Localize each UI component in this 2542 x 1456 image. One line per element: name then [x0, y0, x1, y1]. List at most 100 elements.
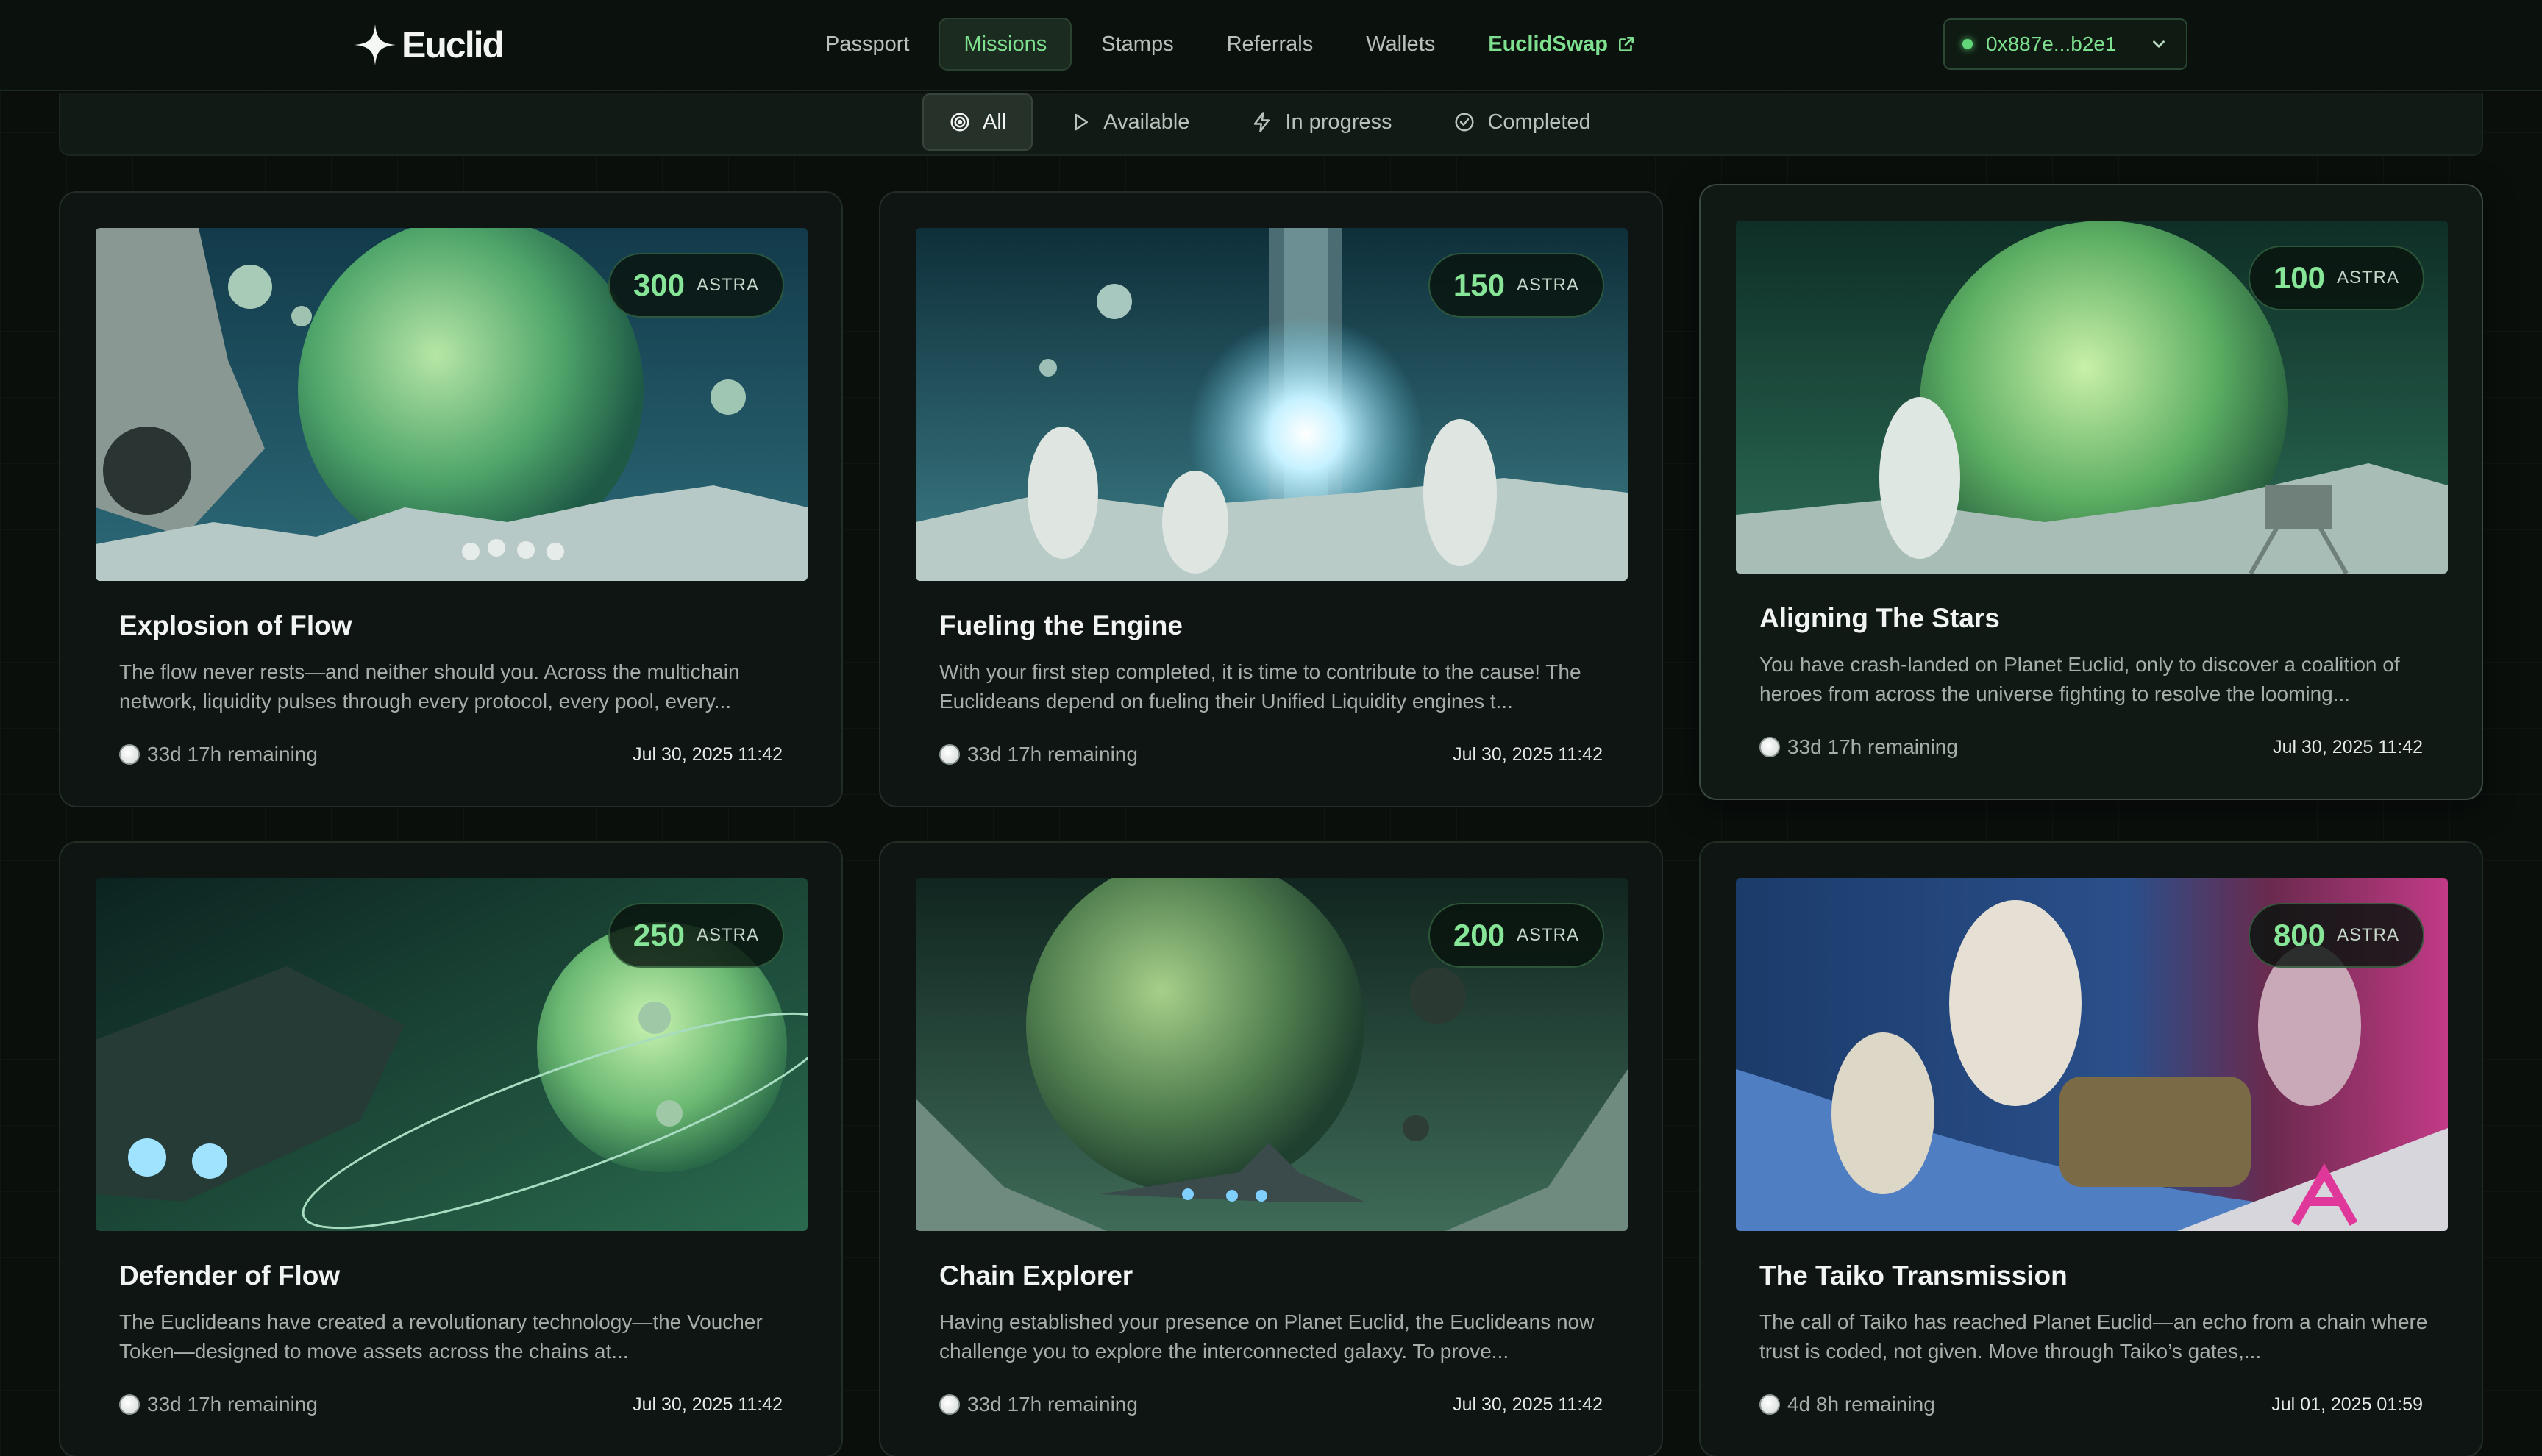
filter-available[interactable]: Available: [1044, 93, 1214, 151]
target-icon: [950, 113, 969, 132]
mission-description: With your first step completed, it is ti…: [939, 660, 1581, 713]
time-remaining: 4d 8h remaining: [1759, 1393, 1935, 1416]
mission-filter-bar: All Available In progress Completed: [59, 93, 2483, 156]
time-remaining: 33d 17h remaining: [119, 743, 318, 766]
mission-title: Fueling the Engine: [939, 610, 1183, 640]
mission-card-the-taiko-transmission[interactable]: 800 ASTRA The Taiko Transmission The cal…: [1699, 841, 2483, 1456]
mission-deadline: Jul 30, 2025 11:42: [2273, 736, 2423, 757]
mission-deadline: Jul 30, 2025 11:42: [633, 1393, 783, 1415]
mission-description: The Euclideans have created a revolution…: [119, 1310, 763, 1363]
mission-title: Defender of Flow: [119, 1260, 341, 1291]
reward-badge: 150 ASTRA: [1428, 253, 1604, 318]
nav-wallets[interactable]: Wallets: [1342, 18, 1459, 71]
time-remaining: 33d 17h remaining: [939, 1393, 1138, 1416]
mission-deadline: Jul 30, 2025 11:42: [633, 743, 783, 765]
mission-footer: 33d 17h remaining Jul 30, 2025 11:42: [119, 1391, 783, 1418]
mission-deadline: Jul 30, 2025 11:42: [1453, 1393, 1603, 1415]
chevron-down-icon: [2153, 40, 2165, 48]
reward-amount: 200: [1453, 918, 1505, 952]
reward-badge: 800 ASTRA: [2248, 903, 2424, 968]
brand-name: Euclid: [402, 24, 505, 65]
clock-icon: [1759, 737, 1780, 757]
time-remaining-label: 33d 17h remaining: [147, 743, 318, 766]
play-icon: [1075, 113, 1089, 131]
mission-image: 200 ASTRA: [916, 878, 1628, 1231]
mission-image: 300 ASTRA: [96, 228, 808, 581]
mission-description: The flow never rests—and neither should …: [119, 660, 740, 713]
mission-deadline: Jul 30, 2025 11:42: [1453, 743, 1603, 765]
reward-unit: ASTRA: [2336, 268, 2399, 288]
mission-title: The Taiko Transmission: [1759, 1260, 2068, 1291]
mission-deadline: Jul 01, 2025 01:59: [2271, 1393, 2423, 1415]
mission-card-chain-explorer[interactable]: 200 ASTRA Chain Explorer Having establis…: [879, 841, 1663, 1456]
mission-image: 150 ASTRA: [916, 228, 1628, 581]
filter-in-progress-label: In progress: [1285, 110, 1392, 134]
wallet-address: 0x887e...b2e1: [1986, 32, 2117, 55]
nav-euclidswap[interactable]: EuclidSwap: [1464, 18, 1659, 71]
time-remaining-label: 33d 17h remaining: [1787, 735, 1958, 758]
clock-icon: [939, 1394, 960, 1415]
mission-footer: 33d 17h remaining Jul 30, 2025 11:42: [1759, 734, 2423, 760]
reward-unit: ASTRA: [2336, 925, 2399, 945]
nav-missions[interactable]: Missions: [939, 18, 1072, 71]
reward-unit: ASTRA: [1516, 925, 1579, 945]
reward-badge: 250 ASTRA: [608, 903, 784, 968]
wallet-status-dot: [1962, 39, 1973, 49]
time-remaining-label: 4d 8h remaining: [1787, 1393, 1935, 1416]
mission-footer: 33d 17h remaining Jul 30, 2025 11:42: [939, 1391, 1603, 1418]
nav-passport[interactable]: Passport: [802, 18, 933, 71]
external-link-icon: [1619, 37, 1634, 51]
mission-image: 800 ASTRA: [1736, 878, 2448, 1231]
filter-all[interactable]: All: [922, 93, 1033, 151]
nav-stamps[interactable]: Stamps: [1078, 18, 1197, 71]
euclid-logo[interactable]: Euclid: [353, 21, 505, 69]
mission-title: Chain Explorer: [939, 1260, 1133, 1291]
filter-all-label: All: [983, 110, 1007, 134]
mission-image: 100 ASTRA: [1736, 221, 2448, 574]
clock-icon: [939, 744, 960, 765]
mission-footer: 33d 17h remaining Jul 30, 2025 11:42: [939, 741, 1603, 768]
mission-card-explosion-of-flow[interactable]: 300 ASTRA Explosion of Flow The flow nev…: [59, 191, 843, 807]
time-remaining: 33d 17h remaining: [119, 1393, 318, 1416]
reward-badge: 300 ASTRA: [608, 253, 784, 318]
mission-footer: 33d 17h remaining Jul 30, 2025 11:42: [119, 741, 783, 768]
mission-title: Explosion of Flow: [119, 610, 352, 640]
reward-amount: 150: [1453, 268, 1505, 302]
euclidswap-label: EuclidSwap: [1488, 32, 1609, 56]
reward-amount: 250: [633, 918, 685, 952]
mission-description: The call of Taiko has reached Planet Euc…: [1759, 1310, 2428, 1363]
mission-title: Aligning The Stars: [1759, 603, 2000, 633]
mission-description: Having established your presence on Plan…: [939, 1310, 1595, 1363]
mission-footer: 4d 8h remaining Jul 01, 2025 01:59: [1759, 1391, 2423, 1418]
nav-referrals[interactable]: Referrals: [1203, 18, 1337, 71]
mission-card-aligning-the-stars[interactable]: 100 ASTRA Aligning The Stars You have cr…: [1699, 184, 2483, 800]
reward-amount: 100: [2273, 260, 2325, 295]
reward-amount: 300: [633, 268, 685, 302]
mission-card-fueling-the-engine[interactable]: 150 ASTRA Fueling the Engine With your f…: [879, 191, 1663, 807]
main-nav: Passport Missions Stamps Referrals Walle…: [802, 18, 1659, 71]
filter-completed-label: Completed: [1487, 110, 1591, 134]
top-navbar: Euclid Passport Missions Stamps Referral…: [0, 0, 2542, 91]
lightning-icon: [1254, 112, 1270, 132]
reward-unit: ASTRA: [696, 275, 759, 295]
filter-in-progress[interactable]: In progress: [1226, 93, 1417, 151]
wallet-button[interactable]: 0x887e...b2e1: [1943, 18, 2187, 70]
clock-icon: [119, 1394, 140, 1415]
mission-description: You have crash-landed on Planet Euclid, …: [1759, 653, 2400, 705]
time-remaining-label: 33d 17h remaining: [967, 743, 1138, 766]
mission-card-defender-of-flow[interactable]: 250 ASTRA Defender of Flow The Euclidean…: [59, 841, 843, 1456]
filter-completed[interactable]: Completed: [1428, 93, 1615, 151]
mission-image: 250 ASTRA: [96, 878, 808, 1231]
time-remaining: 33d 17h remaining: [939, 743, 1138, 766]
time-remaining: 33d 17h remaining: [1759, 735, 1958, 759]
clock-icon: [1759, 1394, 1780, 1415]
time-remaining-label: 33d 17h remaining: [967, 1393, 1138, 1416]
reward-unit: ASTRA: [696, 925, 759, 945]
reward-badge: 100 ASTRA: [2248, 246, 2424, 310]
time-remaining-label: 33d 17h remaining: [147, 1393, 318, 1416]
reward-unit: ASTRA: [1516, 275, 1579, 295]
reward-badge: 200 ASTRA: [1428, 903, 1604, 968]
filter-tabs: All Available In progress Completed: [922, 93, 1616, 151]
check-circle-icon: [1455, 113, 1474, 132]
reward-amount: 800: [2273, 918, 2325, 952]
